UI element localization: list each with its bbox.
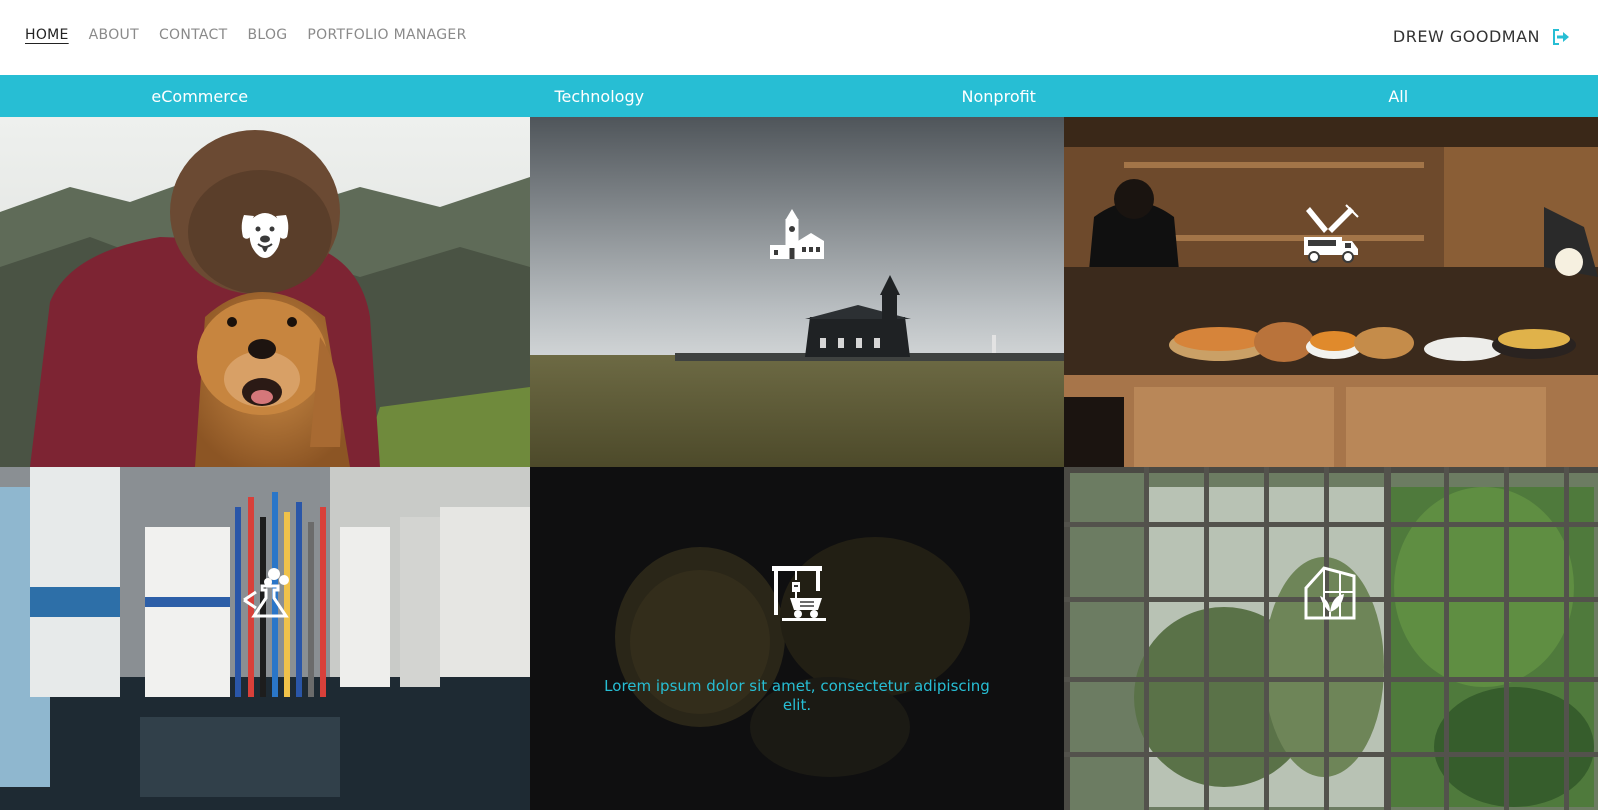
nav-link-contact[interactable]: CONTACT bbox=[159, 27, 228, 43]
portfolio-item-dog[interactable] bbox=[0, 117, 530, 467]
category-filter-bar: eCommerce Technology Nonprofit All bbox=[0, 75, 1598, 117]
gold-jewelry-photo bbox=[530, 467, 1064, 810]
church-icon bbox=[766, 203, 828, 265]
nav-link-blog[interactable]: BLOG bbox=[247, 27, 287, 43]
greenhouse-icon bbox=[1300, 562, 1362, 624]
food-counter-photo bbox=[1064, 117, 1598, 467]
food-truck-icon bbox=[1300, 203, 1362, 265]
portfolio-item-food-truck[interactable] bbox=[1064, 117, 1598, 467]
dog-icon bbox=[234, 203, 296, 265]
black-church-field-photo bbox=[530, 117, 1064, 467]
portfolio-item-church[interactable] bbox=[530, 117, 1064, 467]
filter-ecommerce[interactable]: eCommerce bbox=[0, 75, 400, 117]
nav-link-portfolio-manager[interactable]: PORTFOLIO MANAGER bbox=[307, 27, 466, 43]
greenhouse-window-photo bbox=[1064, 467, 1598, 810]
portfolio-item-lab[interactable] bbox=[0, 467, 530, 810]
nav-links: HOME ABOUT CONTACT BLOG PORTFOLIO MANAGE… bbox=[25, 27, 467, 43]
portfolio-grid: Lorem ipsum dolor sit amet, consectetur … bbox=[0, 117, 1598, 810]
lab-flask-icon bbox=[234, 562, 296, 624]
nav-link-about[interactable]: ABOUT bbox=[89, 27, 139, 43]
portfolio-item-mining[interactable]: Lorem ipsum dolor sit amet, consectetur … bbox=[530, 467, 1064, 810]
user-area: DREW GOODMAN bbox=[1393, 27, 1570, 46]
man-hugging-dog-photo bbox=[0, 117, 530, 467]
lab-pens-photo bbox=[0, 467, 530, 810]
sign-out-icon[interactable] bbox=[1552, 28, 1570, 45]
mining-cart-icon bbox=[766, 562, 828, 624]
filter-nonprofit[interactable]: Nonprofit bbox=[799, 75, 1199, 117]
filter-technology[interactable]: Technology bbox=[400, 75, 800, 117]
nav-link-home[interactable]: HOME bbox=[25, 27, 69, 43]
top-navigation: HOME ABOUT CONTACT BLOG PORTFOLIO MANAGE… bbox=[0, 0, 1598, 75]
user-name: DREW GOODMAN bbox=[1392, 27, 1540, 46]
portfolio-item-description: Lorem ipsum dolor sit amet, consectetur … bbox=[604, 677, 990, 714]
portfolio-item-greenhouse[interactable] bbox=[1064, 467, 1598, 810]
filter-all[interactable]: All bbox=[1199, 75, 1598, 117]
